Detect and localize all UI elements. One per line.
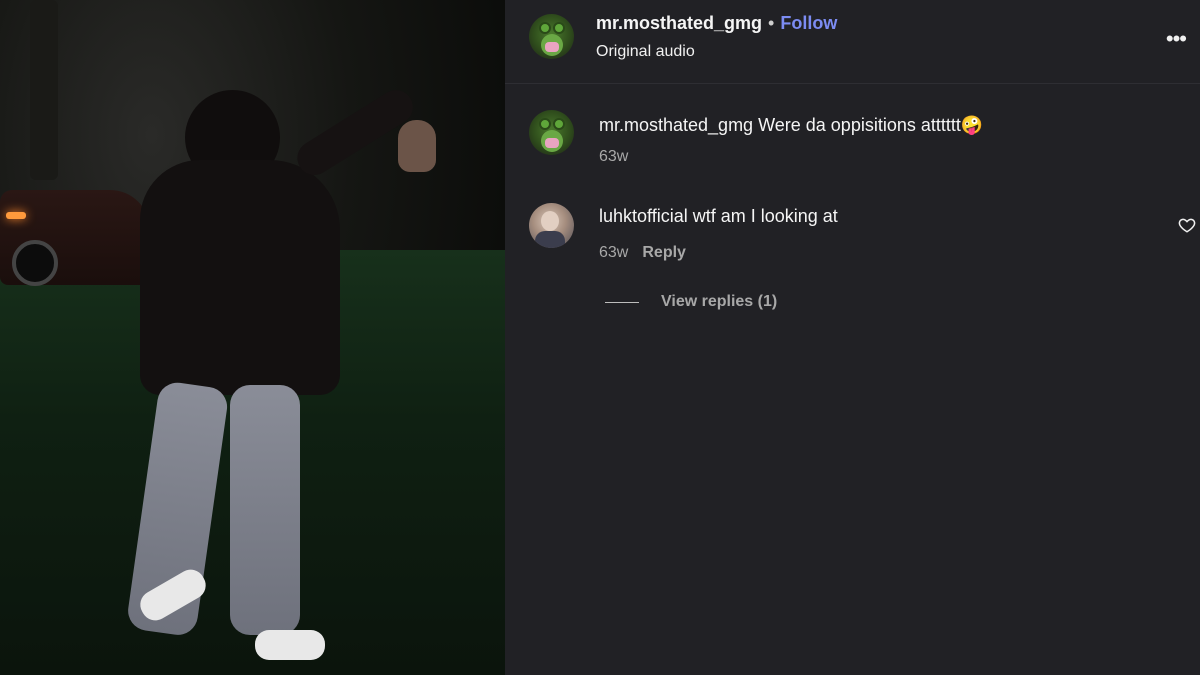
video-car-light: [6, 212, 26, 219]
reply-button[interactable]: Reply: [642, 244, 686, 261]
comment-username[interactable]: mr.mosthated_gmg: [599, 115, 753, 135]
comment-body: mr.mosthated_gmg Were da oppisitions att…: [599, 115, 983, 136]
comment-body: luhktofficial wtf am I looking at: [599, 206, 838, 227]
frog-eye-right: [553, 22, 565, 34]
comments-panel: mr.mosthated_gmg • Follow Original audio •…: [505, 0, 1200, 675]
view-replies-button[interactable]: View replies (1): [605, 292, 777, 312]
video-person-body: [140, 160, 340, 395]
comment-avatar[interactable]: [529, 203, 574, 248]
author-username[interactable]: mr.mosthated_gmg: [596, 13, 762, 33]
separator-dot: •: [768, 13, 775, 33]
frog-eye-left: [539, 118, 551, 130]
follow-button[interactable]: Follow: [780, 13, 837, 33]
author-avatar[interactable]: [529, 14, 574, 59]
frog-eye-left: [539, 22, 551, 34]
like-heart-icon[interactable]: [1178, 216, 1196, 234]
author-line: mr.mosthated_gmg • Follow: [596, 13, 837, 34]
video-car-wheel: [12, 240, 58, 286]
post-header: mr.mosthated_gmg • Follow Original audio •…: [505, 0, 1200, 84]
frog-accent: [545, 138, 559, 148]
comment-avatar[interactable]: [529, 110, 574, 155]
avatar-shirt: [535, 231, 565, 248]
comment-username[interactable]: luhktofficial: [599, 206, 688, 226]
video-tree: [30, 0, 58, 180]
frog-eye-right: [553, 118, 565, 130]
video-person-hand: [398, 120, 436, 172]
view-replies-label: View replies (1): [661, 293, 778, 310]
frog-accent: [545, 42, 559, 52]
audio-label[interactable]: Original audio: [596, 43, 695, 61]
avatar-face: [541, 211, 559, 231]
comment-text: Were da oppisitions atttttt🤪: [758, 115, 984, 135]
more-options-icon[interactable]: •••: [1166, 26, 1187, 52]
view-replies-line: [605, 301, 639, 303]
comment-meta: 63w Reply: [599, 244, 686, 262]
comment-age: 63w: [599, 244, 629, 261]
comment-text: wtf am I looking at: [692, 206, 838, 226]
video-player[interactable]: [0, 0, 505, 675]
video-person-shoe-right: [255, 630, 325, 660]
comment-age: 63w: [599, 148, 629, 165]
video-person-leg-right: [230, 385, 300, 635]
